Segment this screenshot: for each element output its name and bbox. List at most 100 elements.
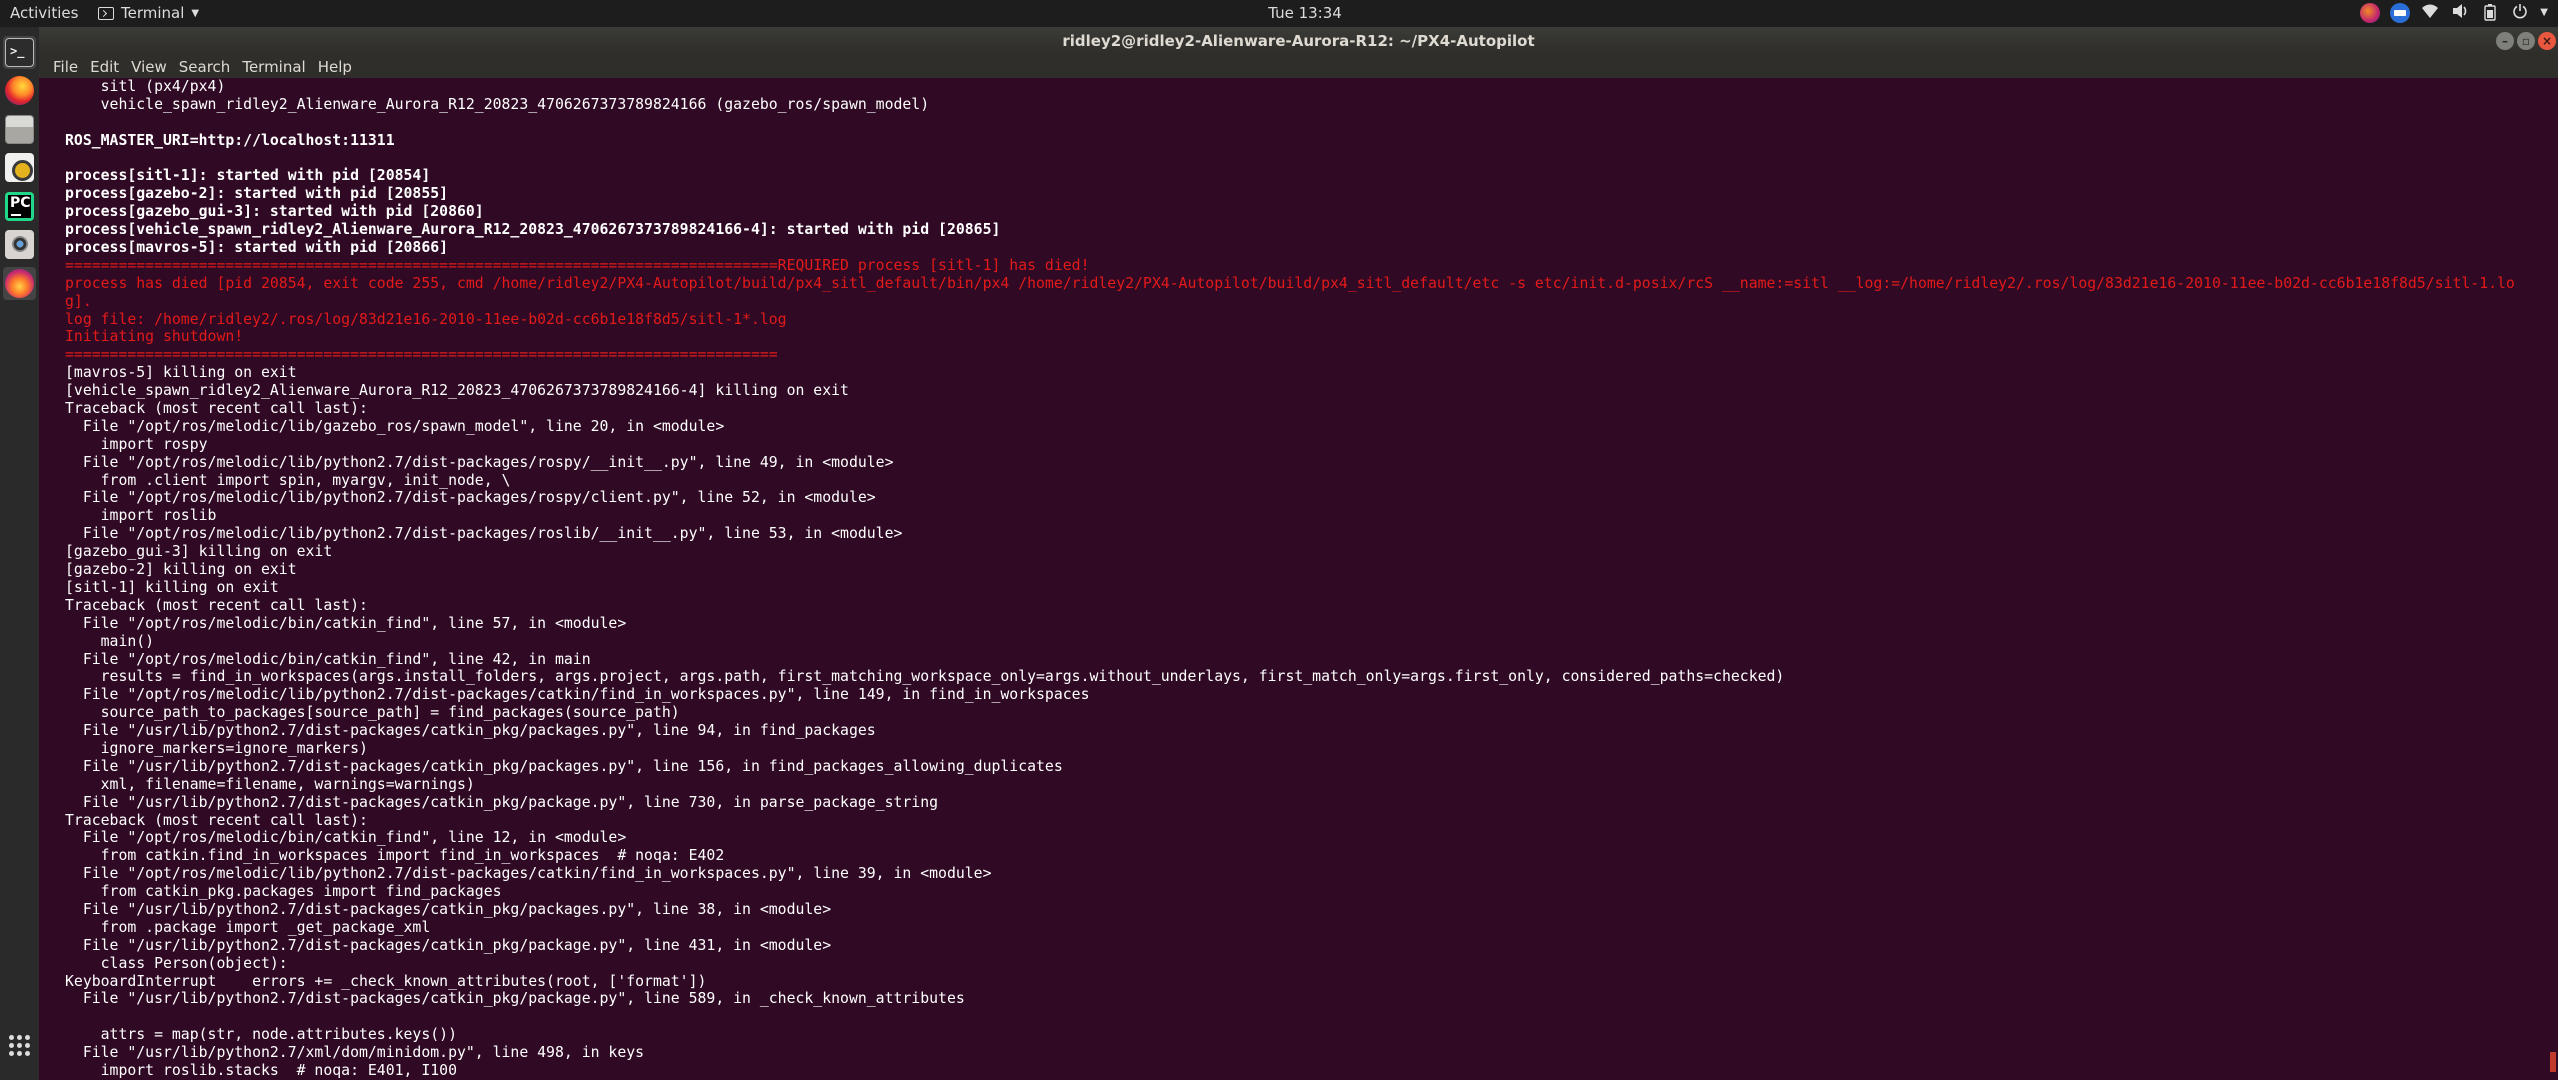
terminal-line: File "/usr/lib/python2.7/dist-packages/c…: [65, 990, 965, 1008]
terminal-line: log file: /home/ridley2/.ros/log/83d21e1…: [65, 310, 787, 328]
terminal-line: File "/usr/lib/python2.7/dist-packages/c…: [65, 757, 1063, 775]
terminal-line: process[gazebo_gui-3]: started with pid …: [65, 203, 484, 221]
flameshot-tray-icon[interactable]: [2360, 3, 2381, 23]
terminal-line: from catkin.find_in_workspaces import fi…: [65, 847, 725, 865]
terminal-line: File "/opt/ros/melodic/lib/python2.7/dis…: [65, 489, 876, 507]
terminal-line: KeyboardInterrupt errors += _check_known…: [65, 972, 707, 990]
terminal-line: File "/usr/lib/python2.7/dist-packages/c…: [65, 900, 832, 918]
dock-rhythmbox[interactable]: [3, 151, 36, 184]
terminal-line: vehicle_spawn_ridley2_Alienware_Aurora_R…: [65, 95, 930, 113]
minimize-button[interactable]: –: [2496, 32, 2514, 50]
terminal-line: results = find_in_workspaces(args.instal…: [65, 668, 1785, 686]
dock-flameshot[interactable]: [3, 267, 36, 300]
terminal-line: sitl (px4/px4): [65, 78, 226, 95]
terminal-line: File "/usr/lib/python2.7/dist-packages/c…: [65, 936, 832, 954]
volume-icon[interactable]: [2450, 3, 2470, 23]
terminal-line: g].: [65, 292, 92, 310]
mail-tray-icon[interactable]: [2390, 3, 2411, 23]
clock[interactable]: Tue 13:34: [1255, 4, 1355, 22]
terminal-line: ROS_MASTER_URI=http://localhost:11311: [65, 131, 395, 149]
chevron-down-icon: ▼: [191, 7, 200, 19]
terminal-line: [gazebo_gui-3] killing on exit: [65, 543, 333, 561]
camera-icon: [5, 230, 34, 259]
terminal-line: File "/opt/ros/melodic/bin/catkin_find",…: [65, 650, 591, 668]
dock: >_ PC: [0, 27, 39, 1080]
terminal-line: xml, filename=filename, warnings=warning…: [65, 775, 475, 793]
terminal-line: ========================================…: [65, 256, 1090, 274]
dock-files[interactable]: [3, 113, 36, 146]
terminal-line: File "/opt/ros/melodic/lib/python2.7/dis…: [65, 686, 1090, 704]
terminal-line: [vehicle_spawn_ridley2_Alienware_Aurora_…: [65, 382, 849, 400]
menu-edit[interactable]: Edit: [84, 58, 125, 76]
terminal-line: import roslib: [65, 507, 217, 525]
terminal-line: File "/opt/ros/melodic/lib/python2.7/dis…: [65, 453, 894, 471]
terminal-line: from .package import _get_package_xml: [65, 918, 431, 936]
firefox-icon: [5, 76, 34, 105]
terminal-line: class Person(object):: [65, 954, 288, 972]
terminal-line: attrs = map(str, node.attributes.keys()): [65, 1026, 457, 1044]
window-titlebar[interactable]: ridley2@ridley2-Alienware-Aurora-R12: ~/…: [39, 27, 2558, 55]
close-button[interactable]: ×: [2538, 32, 2556, 50]
terminal-line: [gazebo-2] killing on exit: [65, 561, 297, 579]
dock-pycharm[interactable]: PC: [3, 190, 36, 223]
maximize-button[interactable]: ▫: [2517, 32, 2535, 50]
terminal-icon: [98, 6, 114, 20]
terminal-line: ignore_markers=ignore_markers): [65, 739, 368, 757]
system-tray: ▼: [2360, 3, 2548, 23]
terminal-output[interactable]: sitl (px4/px4) vehicle_spawn_ridley2_Ali…: [39, 78, 2558, 1080]
app-menu-label: Terminal: [121, 4, 185, 22]
terminal-line: File "/opt/ros/melodic/bin/catkin_find",…: [65, 614, 627, 632]
wifi-icon[interactable]: [2420, 3, 2440, 23]
power-icon[interactable]: [2510, 3, 2530, 23]
terminal-line: File "/usr/lib/python2.7/dist-packages/c…: [65, 793, 939, 811]
terminal-line: Traceback (most recent call last):: [65, 400, 368, 418]
menu-bar: File Edit View Search Terminal Help: [39, 55, 2558, 78]
terminal-line: ========================================…: [65, 346, 778, 364]
terminal-line: main(): [65, 632, 155, 650]
top-bar: Activities Terminal ▼ Tue 13:34 ▼: [0, 0, 2558, 27]
rhythmbox-icon: [5, 153, 34, 182]
activities-button[interactable]: Activities: [10, 4, 78, 22]
pycharm-icon: PC: [5, 192, 34, 221]
dock-camera[interactable]: [3, 228, 36, 261]
terminal-line: File "/opt/ros/melodic/bin/catkin_find",…: [65, 829, 627, 847]
terminal-line: process[gazebo-2]: started with pid [208…: [65, 185, 449, 203]
dock-terminal[interactable]: >_: [3, 36, 36, 69]
terminal-line: process has died [pid 20854, exit code 2…: [65, 274, 2515, 292]
show-applications-icon[interactable]: [9, 1035, 30, 1056]
scrollbar[interactable]: [2550, 1052, 2556, 1072]
dock-firefox[interactable]: [3, 74, 36, 107]
battery-icon[interactable]: [2480, 3, 2500, 23]
terminal-line: import rospy: [65, 435, 208, 453]
terminal-line: File "/opt/ros/melodic/lib/python2.7/dis…: [65, 865, 992, 883]
terminal-icon: >_: [5, 38, 34, 67]
terminal-line: import roslib.stacks # noqa: E401, I100: [65, 1061, 457, 1079]
terminal-line: Traceback (most recent call last):: [65, 596, 368, 614]
terminal-line: File "/usr/lib/python2.7/dist-packages/c…: [65, 722, 876, 740]
files-icon: [5, 115, 34, 144]
terminal-line: source_path_to_packages[source_path] = f…: [65, 704, 680, 722]
terminal-line: [sitl-1] killing on exit: [65, 578, 279, 596]
menu-help[interactable]: Help: [312, 58, 358, 76]
chevron-down-icon[interactable]: ▼: [2540, 3, 2548, 23]
terminal-line: File "/opt/ros/melodic/lib/gazebo_ros/sp…: [65, 417, 725, 435]
terminal-line: from .client import spin, myargv, init_n…: [65, 471, 511, 489]
terminal-line: Initiating shutdown!: [65, 328, 244, 346]
menu-file[interactable]: File: [47, 58, 84, 76]
menu-terminal[interactable]: Terminal: [236, 58, 311, 76]
menu-view[interactable]: View: [125, 58, 173, 76]
terminal-line: process[mavros-5]: started with pid [208…: [65, 239, 449, 257]
terminal-line: File "/opt/ros/melodic/lib/python2.7/dis…: [65, 525, 903, 543]
window-title: ridley2@ridley2-Alienware-Aurora-R12: ~/…: [1062, 32, 1535, 50]
flameshot-icon: [5, 269, 34, 298]
terminal-line: process[vehicle_spawn_ridley2_Alienware_…: [65, 221, 1001, 239]
app-menu[interactable]: Terminal ▼: [98, 4, 199, 22]
terminal-line: from catkin_pkg.packages import find_pac…: [65, 883, 502, 901]
terminal-line: [mavros-5] killing on exit: [65, 364, 297, 382]
menu-search[interactable]: Search: [173, 58, 237, 76]
terminal-line: File "/usr/lib/python2.7/xml/dom/minidom…: [65, 1044, 645, 1062]
terminal-line: process[sitl-1]: started with pid [20854…: [65, 167, 431, 185]
